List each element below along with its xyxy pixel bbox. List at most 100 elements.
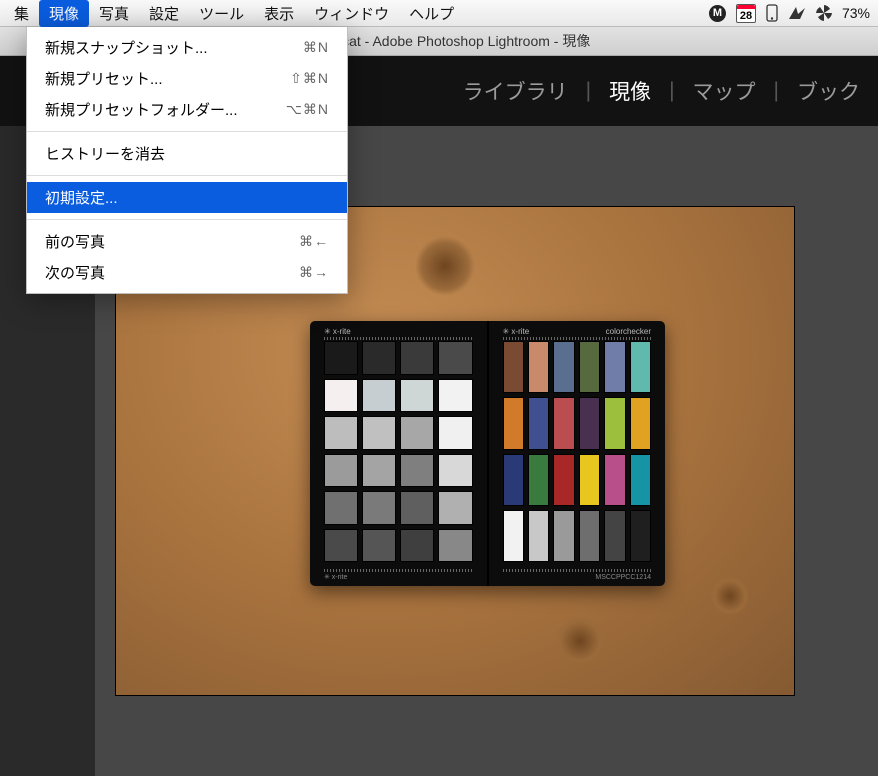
patch [438,341,472,375]
patch [324,341,358,375]
module-book[interactable]: ブック [797,76,860,106]
patch [324,416,358,450]
patch [630,341,651,393]
patch [438,379,472,413]
patch [438,529,472,563]
battery-percent: 73% [842,5,870,21]
menu-label: 初期設定... [45,187,118,208]
brand-label: colorchecker [606,327,651,336]
menu-label: 次の写真 [45,262,105,283]
menu-item-view[interactable]: 表示 [254,0,304,27]
patch [400,416,434,450]
ruler [324,569,473,572]
menu-shortcut: ⇧⌘N [290,70,329,87]
menu-new-preset[interactable]: 新規プリセット... ⇧⌘N [27,63,347,94]
menu-label: 前の写真 [45,231,105,252]
menu-clear-history[interactable]: ヒストリーを消去 [27,138,347,169]
menu-item-help[interactable]: ヘルプ [399,0,464,27]
patch [324,454,358,488]
brand-label: ✳ x-rite [503,327,530,336]
patch [503,510,524,562]
patch [528,341,549,393]
patch [362,454,396,488]
patch [362,416,396,450]
menu-new-snapshot[interactable]: 新規スナップショット... ⌘N [27,32,347,63]
menu-next-photo[interactable]: 次の写真 ⌘→ [27,257,347,288]
patch [324,379,358,413]
menu-label: ヒストリーを消去 [45,143,165,164]
menu-item-develop[interactable]: 現像 [39,0,89,27]
patch [604,454,625,506]
patch [604,510,625,562]
patch [362,341,396,375]
brand-label: ✳ x-rite [324,327,351,336]
module-develop[interactable]: 現像 [609,76,651,106]
m-status-icon[interactable]: M [709,5,726,22]
menu-separator [27,131,347,132]
module-separator: | [669,79,674,103]
ruler [503,337,652,340]
patch [503,397,524,449]
patch [400,454,434,488]
patch [579,454,600,506]
module-map[interactable]: マップ [693,76,756,106]
menu-label: 新規プリセットフォルダー... [45,99,238,120]
menu-prev-photo[interactable]: 前の写真 ⌘← [27,226,347,257]
menu-item-tools[interactable]: ツール [189,0,254,27]
module-separator: | [586,79,591,103]
module-separator: | [774,79,779,103]
patch [400,491,434,525]
patch [579,510,600,562]
patch [362,491,396,525]
patch [579,341,600,393]
menu-item-window[interactable]: ウィンドウ [304,0,399,27]
menu-shortcut: ⌘← [299,233,329,250]
phone-icon[interactable] [766,4,778,22]
menu-item-edit[interactable]: 集 [4,0,39,27]
patch [604,397,625,449]
patch [630,454,651,506]
ruler [324,337,473,340]
calendar-icon[interactable]: 28 [736,4,756,23]
fan-icon[interactable] [816,5,832,21]
patch [604,341,625,393]
patch [400,341,434,375]
patch [438,454,472,488]
wood-texture [415,236,475,296]
module-picker: ライブラリ | 現像 | マップ | ブック [463,76,860,106]
patch [503,454,524,506]
module-library[interactable]: ライブラリ [463,76,568,106]
patch [579,397,600,449]
patch [400,379,434,413]
mac-menu-bar: 集 現像 写真 設定 ツール 表示 ウィンドウ ヘルプ M 28 73% [0,0,878,27]
patch [324,491,358,525]
patch [630,510,651,562]
menu-shortcut: ⌥⌘N [286,101,329,118]
menu-separator [27,175,347,176]
checker-left-panel: ✳ x-rite ✳ x-rite [310,321,487,586]
menu-separator [27,219,347,220]
patch [630,397,651,449]
patch [438,491,472,525]
patch [503,341,524,393]
status-tray: M 28 73% [709,4,874,23]
footer-label: MSCCPPCC1214 [595,574,651,581]
menu-label: 新規スナップショット... [45,37,208,58]
checker-right-panel: ✳ x-rite colorchecker MSCCPPCC1214 [487,321,666,586]
menu-shortcut: ⌘→ [299,264,329,281]
patch [528,510,549,562]
patch [553,341,574,393]
patch [528,397,549,449]
menu-item-settings[interactable]: 設定 [139,0,189,27]
patch [362,529,396,563]
menu-default-settings[interactable]: 初期設定... [27,182,347,213]
menu-shortcut: ⌘N [303,39,329,56]
wood-texture [555,616,605,666]
origami-icon[interactable] [788,5,806,21]
footer-label: ✳ x-rite [324,573,347,581]
patch [400,529,434,563]
ruler [503,569,652,572]
patch [553,397,574,449]
menu-item-photo[interactable]: 写真 [89,0,139,27]
menu-new-preset-folder[interactable]: 新規プリセットフォルダー... ⌥⌘N [27,94,347,125]
